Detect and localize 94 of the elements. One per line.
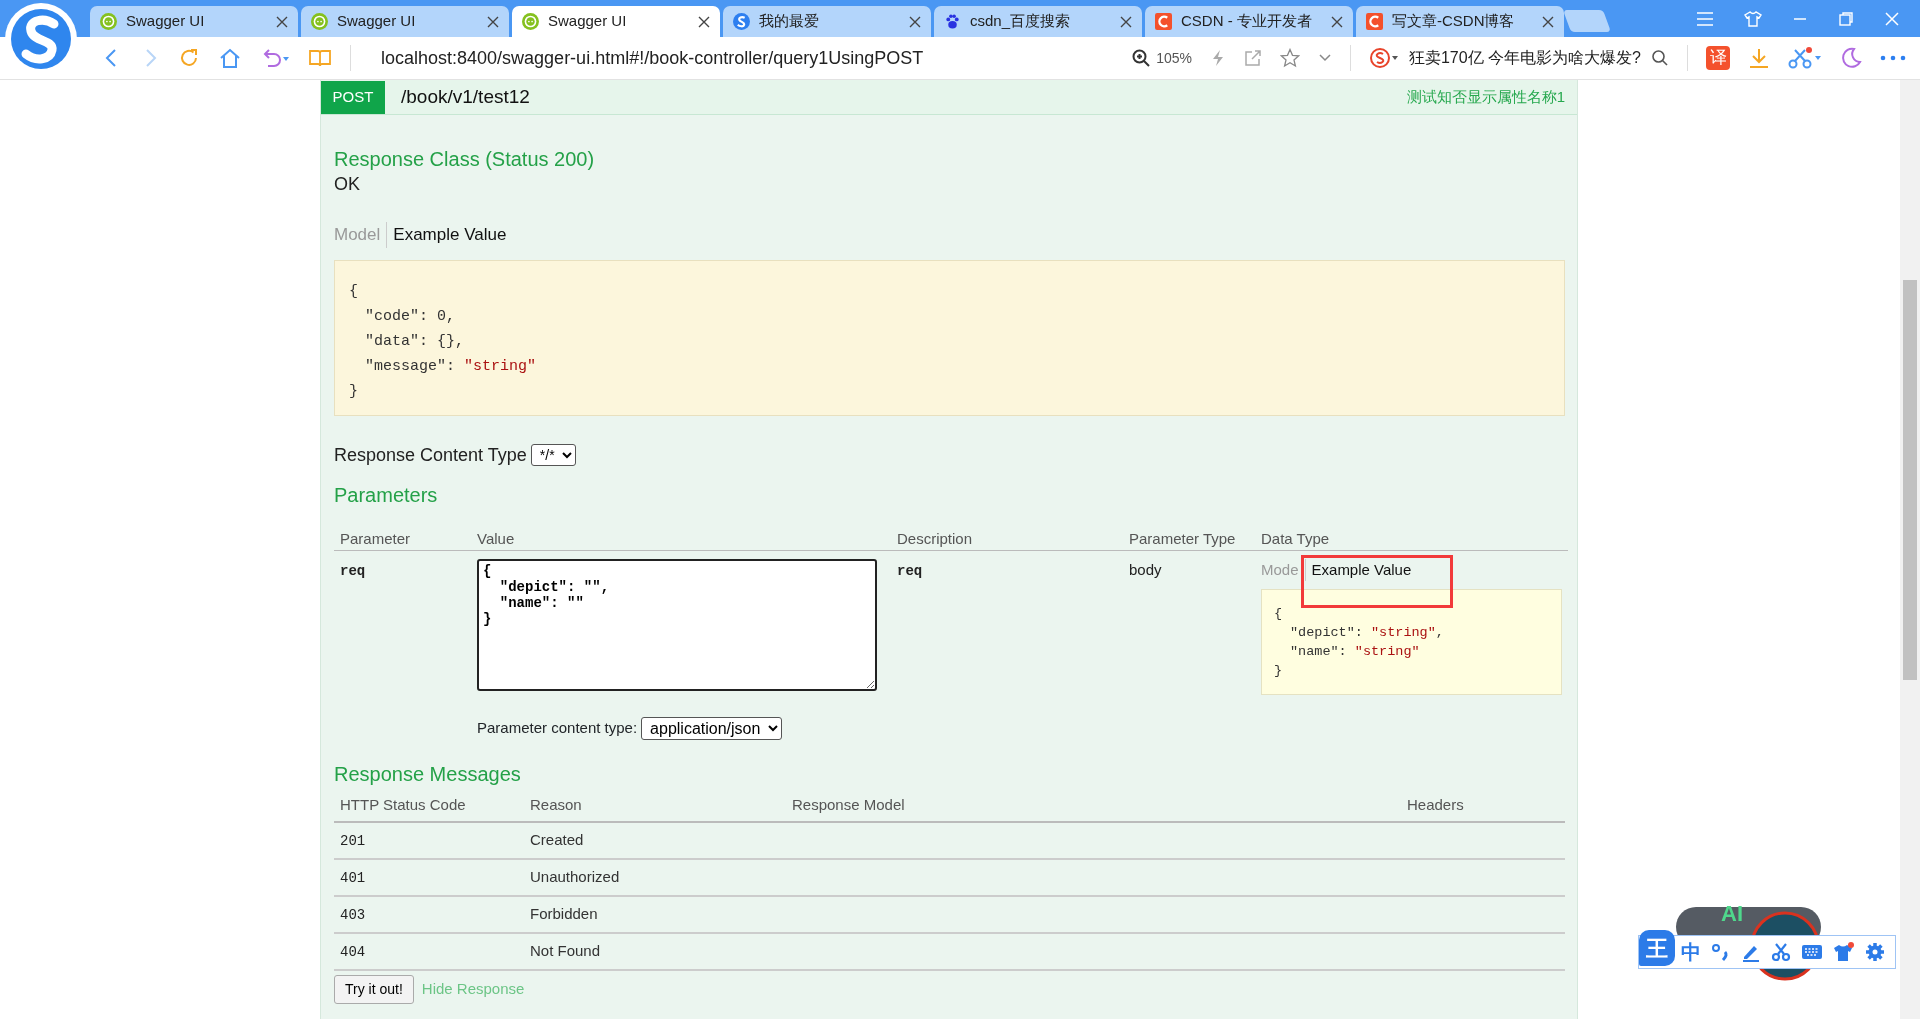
section-heading: Parameters bbox=[334, 482, 439, 507]
endpoint-summary: 测试知否显示属性名称1 bbox=[1406, 86, 1565, 107]
scrollbar-thumb[interactable] bbox=[1903, 280, 1917, 680]
csdn-icon bbox=[1366, 13, 1383, 30]
address-field[interactable]: localhost:8400/swagger-ui.html#!/book-controller/query1UsingPOST bbox=[381, 44, 1115, 72]
model-tab[interactable]: Example Value bbox=[1304, 558, 1418, 581]
home-icon[interactable] bbox=[218, 47, 242, 69]
section-heading: Response Messages bbox=[334, 762, 522, 786]
keyboard-icon[interactable] bbox=[1801, 943, 1823, 961]
column-header: Parameter Type bbox=[1129, 530, 1236, 546]
column-header: Data Type bbox=[1261, 530, 1330, 546]
book-icon[interactable] bbox=[308, 47, 332, 69]
code-line: "data": {}, bbox=[364, 331, 466, 352]
model-tab[interactable]: Example Value bbox=[386, 222, 513, 248]
code-line: "code": 0, bbox=[364, 306, 457, 327]
column-header: Description bbox=[897, 530, 973, 546]
download-icon[interactable] bbox=[1748, 47, 1770, 69]
close-icon[interactable] bbox=[487, 15, 499, 28]
ime-logo[interactable]: 王 bbox=[1639, 930, 1675, 966]
method-label: POST bbox=[321, 80, 385, 114]
reload-icon[interactable] bbox=[178, 47, 200, 69]
swagger-icon bbox=[100, 13, 117, 30]
code-line: } bbox=[349, 381, 359, 402]
paw-icon bbox=[944, 13, 961, 30]
close-icon[interactable] bbox=[1331, 15, 1343, 28]
menu-icon[interactable] bbox=[1696, 10, 1714, 27]
ai-label: AI bbox=[1721, 900, 1743, 928]
moon-icon[interactable] bbox=[1840, 47, 1862, 69]
reason-text: Created bbox=[530, 830, 584, 848]
shirt-icon[interactable] bbox=[1744, 10, 1762, 27]
zoom-icon[interactable] bbox=[1132, 49, 1151, 67]
code-line: "depict": "string", bbox=[1289, 624, 1445, 642]
close-icon[interactable] bbox=[276, 15, 288, 28]
swagger-icon bbox=[311, 13, 328, 30]
column-header: HTTP Status Code bbox=[340, 796, 466, 813]
column-header: Reason bbox=[530, 796, 582, 813]
parameter-name: req bbox=[340, 562, 366, 579]
status-code: 401 bbox=[340, 869, 366, 886]
more-icon[interactable] bbox=[1880, 54, 1906, 62]
code-line: "message": "string" bbox=[364, 356, 538, 377]
browser-tab[interactable]: 我的最爱 bbox=[723, 6, 931, 37]
input-mode-toggle[interactable]: 中 bbox=[1681, 937, 1701, 967]
search-icon[interactable] bbox=[1651, 49, 1669, 67]
browser-tab[interactable]: csdn_百度搜索 bbox=[934, 6, 1142, 37]
close-icon[interactable] bbox=[909, 15, 921, 28]
star-icon[interactable] bbox=[1279, 48, 1300, 68]
csdn-icon bbox=[1155, 13, 1172, 30]
column-header: Value bbox=[477, 530, 515, 546]
status-code: 404 bbox=[340, 943, 366, 960]
endpoint-header[interactable]: POST /book/v1/test12 测试知否显示属性名称1 bbox=[321, 80, 1577, 115]
close-icon[interactable] bbox=[698, 15, 710, 28]
section-heading: Response Class (Status 200) bbox=[334, 147, 596, 171]
close-icon[interactable] bbox=[1120, 15, 1132, 28]
search-engine-icon[interactable] bbox=[1368, 47, 1399, 69]
column-header: Headers bbox=[1407, 796, 1464, 813]
description-text: req bbox=[897, 562, 923, 579]
status-code: 201 bbox=[340, 832, 366, 849]
reason-text: Forbidden bbox=[530, 904, 598, 922]
code-line: "name": "string" bbox=[1289, 643, 1421, 661]
column-header: Response Model bbox=[792, 796, 905, 813]
new-tab-button[interactable] bbox=[1563, 10, 1611, 32]
swagger-icon bbox=[522, 13, 539, 30]
browser-tab[interactable]: Swagger UI bbox=[512, 6, 720, 37]
code-line: { bbox=[349, 281, 359, 302]
browser-tab[interactable]: Swagger UI bbox=[90, 6, 298, 37]
field-label: Response Content Type bbox=[334, 443, 527, 467]
column-header: Parameter bbox=[340, 530, 411, 546]
browser-tab[interactable]: CSDN - 专业开发者 bbox=[1145, 6, 1353, 37]
settings-icon[interactable] bbox=[1865, 942, 1885, 962]
reason-text: Unauthorized bbox=[530, 867, 620, 885]
content-type-select[interactable]: application/json bbox=[641, 717, 783, 740]
close-icon[interactable] bbox=[1542, 15, 1554, 28]
value-field[interactable]: { "depict": "", "name": "" } bbox=[477, 558, 877, 691]
try-button[interactable]: Try it out! bbox=[334, 974, 414, 1004]
search-field[interactable]: 狂卖170亿 今年电影为啥大爆发? bbox=[1408, 46, 1641, 70]
reason-text: Not Found bbox=[530, 941, 601, 959]
browser-tab[interactable]: Swagger UI bbox=[301, 6, 509, 37]
shirt-icon[interactable] bbox=[1833, 942, 1855, 962]
field-label: Parameter content type: bbox=[477, 718, 638, 739]
content-type-select[interactable]: */* bbox=[530, 444, 576, 466]
scissors-icon[interactable] bbox=[1771, 942, 1791, 962]
scissors-icon[interactable] bbox=[1788, 47, 1822, 69]
code-line: { bbox=[1274, 605, 1284, 623]
endpoint-path: /book/v1/test12 bbox=[401, 84, 531, 109]
share-icon[interactable] bbox=[1243, 49, 1262, 67]
browser-tab[interactable]: 写文章-CSDN博客 bbox=[1356, 6, 1564, 37]
restore-icon[interactable] bbox=[1838, 10, 1854, 27]
sogou-icon bbox=[733, 13, 750, 30]
status-code: 403 bbox=[340, 906, 366, 923]
parameter-type: body bbox=[1129, 560, 1162, 578]
scrollbar[interactable] bbox=[1900, 80, 1920, 1019]
code-line: } bbox=[1274, 662, 1284, 680]
zoom-level[interactable]: 105% bbox=[1156, 47, 1192, 69]
status-text: OK bbox=[334, 173, 361, 196]
